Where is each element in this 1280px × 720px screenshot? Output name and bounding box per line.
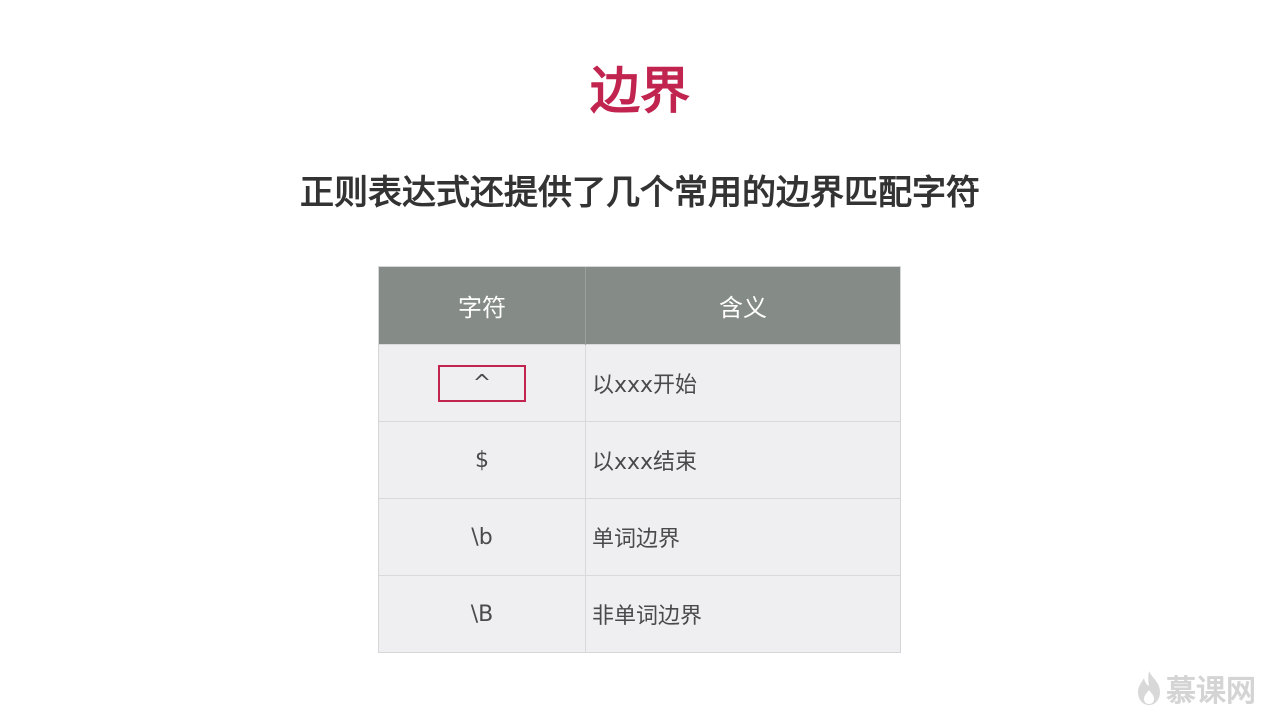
watermark-logo: 慕课网 [1136,666,1256,710]
watermark-text: 慕课网 [1166,674,1256,709]
table-cell-meaning: 以xxx结束 [585,421,900,499]
table-cell-char: ^ [379,344,586,422]
boundary-table-grid: 字符 含义 ^ 以xxx开始 $ 以xxx结束 \b 单词边界 \B 非单词边界 [379,267,900,652]
table-cell-char: \B [379,575,586,652]
table-row: ^ 以xxx开始 [379,344,900,422]
table-cell-meaning: 以xxx开始 [585,344,900,422]
table-cell-meaning: 非单词边界 [585,575,900,652]
boundary-table: 字符 含义 ^ 以xxx开始 $ 以xxx结束 \b 单词边界 \B 非单词边界 [378,266,901,653]
table-cell-char: $ [379,421,586,499]
table-row: \b 单词边界 [379,498,900,576]
highlight-box: ^ [438,364,526,402]
slide-title: 边界 [590,62,690,120]
flame-logo-icon [1136,670,1162,706]
table-row: $ 以xxx结束 [379,421,900,499]
header-meaning: 含义 [585,267,900,345]
table-cell-meaning: 单词边界 [585,498,900,576]
slide-subtitle: 正则表达式还提供了几个常用的边界匹配字符 [300,173,980,213]
table-header-row: 字符 含义 [379,267,900,345]
table-row: \B 非单词边界 [379,575,900,652]
header-char: 字符 [379,267,586,345]
table-cell-char: \b [379,498,586,576]
